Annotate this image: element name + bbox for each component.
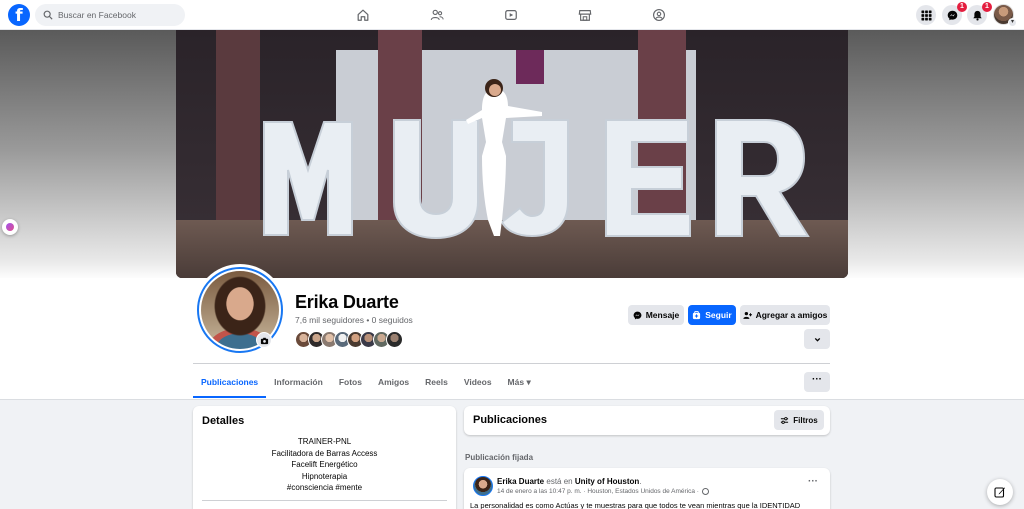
- follow-button-label: Seguir: [705, 310, 732, 320]
- messenger-icon: [633, 311, 642, 319]
- more-icon[interactable]: ···: [808, 476, 818, 487]
- profile-name: Erika Duarte: [295, 292, 399, 312]
- pinned-post: Erika Duarte está en Unity of Houston. 1…: [464, 468, 830, 509]
- tab-amigos[interactable]: Amigos: [370, 370, 417, 398]
- profile-tabs: Publicaciones Información Fotos Amigos R…: [193, 370, 539, 398]
- details-card: Detalles TRAINER-PNL Facilitadora de Bar…: [193, 406, 456, 509]
- friends-icon[interactable]: [428, 6, 446, 24]
- tab-videos[interactable]: Videos: [456, 370, 500, 398]
- compose-icon: [994, 487, 1005, 498]
- filter-button[interactable]: Filtros: [774, 410, 824, 430]
- chevron-down-icon: [814, 337, 820, 342]
- tab-more[interactable]: Más ▾: [500, 370, 539, 398]
- chevron-down-icon[interactable]: ▾: [1008, 18, 1017, 27]
- bio-line: Facelift Energético: [291, 460, 358, 469]
- marketplace-icon[interactable]: [576, 6, 594, 24]
- message-button[interactable]: Mensaje: [628, 305, 684, 325]
- add-friend-icon: [742, 311, 752, 319]
- pinned-post-label: Publicación fijada: [465, 453, 534, 462]
- post-meta: 14 de enero a las 10:47 p. m. · Houston,…: [497, 488, 709, 495]
- bio-text: TRAINER-PNL Facilitadora de Barras Acces…: [193, 436, 456, 494]
- post-header: Erika Duarte está en Unity of Houston.: [497, 477, 642, 486]
- post-author-name[interactable]: Erika Duarte: [497, 477, 544, 486]
- tab-informacion[interactable]: Información: [266, 370, 331, 398]
- post-period: .: [639, 477, 642, 486]
- bio-line: TRAINER-PNL: [297, 437, 352, 446]
- expand-button[interactable]: [804, 329, 830, 349]
- add-friend-button-label: Agregar a amigos: [755, 310, 828, 320]
- notifications-button[interactable]: 1: [967, 2, 992, 25]
- cover-photo[interactable]: [176, 30, 848, 278]
- globe-icon: [701, 488, 709, 495]
- video-icon[interactable]: [502, 6, 520, 24]
- details-title: Detalles: [202, 415, 245, 427]
- follow-button[interactable]: Seguir: [688, 305, 736, 325]
- search-icon: [43, 10, 53, 20]
- assistant-bubble[interactable]: [2, 219, 18, 235]
- top-navigation-bar: f 1 1 ▾: [0, 0, 1024, 30]
- post-text: La personalidad es como Actúas y te mues…: [470, 501, 801, 509]
- posts-header-card: Publicaciones Filtros: [464, 406, 830, 435]
- home-icon[interactable]: [354, 6, 372, 24]
- messenger-button[interactable]: 1: [942, 2, 967, 25]
- posts-title: Publicaciones: [473, 414, 547, 426]
- tab-reels[interactable]: Reels: [417, 370, 456, 398]
- search-input[interactable]: [58, 10, 178, 20]
- post-location-link[interactable]: Unity of Houston: [575, 477, 639, 486]
- follower-avatars[interactable]: [295, 331, 403, 348]
- notifications-badge: 1: [982, 2, 992, 12]
- avatar[interactable]: [386, 331, 403, 348]
- avatar[interactable]: [473, 476, 493, 496]
- bio-hashtags[interactable]: #consciencia #mente: [193, 482, 456, 494]
- facebook-logo[interactable]: f: [8, 4, 30, 26]
- more-icon[interactable]: ···: [804, 372, 830, 392]
- add-friend-button[interactable]: Agregar a amigos: [740, 305, 830, 325]
- camera-icon[interactable]: [256, 332, 272, 348]
- messenger-badge: 1: [957, 2, 967, 12]
- follower-stats[interactable]: 7,6 mil seguidores • 0 seguidos: [295, 315, 413, 325]
- messenger-icon: [947, 10, 957, 20]
- post-verb: está en: [544, 477, 575, 486]
- bio-line: Facilitadora de Barras Access: [271, 448, 378, 458]
- post-timestamp[interactable]: 14 de enero a las 10:47 p. m. · Houston,…: [497, 488, 699, 495]
- profile-picture[interactable]: [194, 264, 286, 356]
- follow-icon: [693, 310, 701, 319]
- cover-image: [176, 30, 848, 278]
- menu-grid-icon[interactable]: [916, 5, 936, 25]
- tab-publicaciones[interactable]: Publicaciones: [193, 370, 267, 398]
- header-divider: [193, 363, 830, 364]
- filter-icon: [781, 416, 789, 424]
- message-button-label: Mensaje: [645, 310, 680, 320]
- tab-fotos[interactable]: Fotos: [331, 370, 370, 398]
- bell-icon: [972, 10, 982, 21]
- divider: [202, 500, 447, 501]
- bio-line: Hipnoterapia: [301, 471, 348, 481]
- compose-button[interactable]: [987, 479, 1013, 505]
- filter-button-label: Filtros: [793, 415, 818, 425]
- groups-icon[interactable]: [650, 6, 668, 24]
- search-box[interactable]: [35, 4, 185, 26]
